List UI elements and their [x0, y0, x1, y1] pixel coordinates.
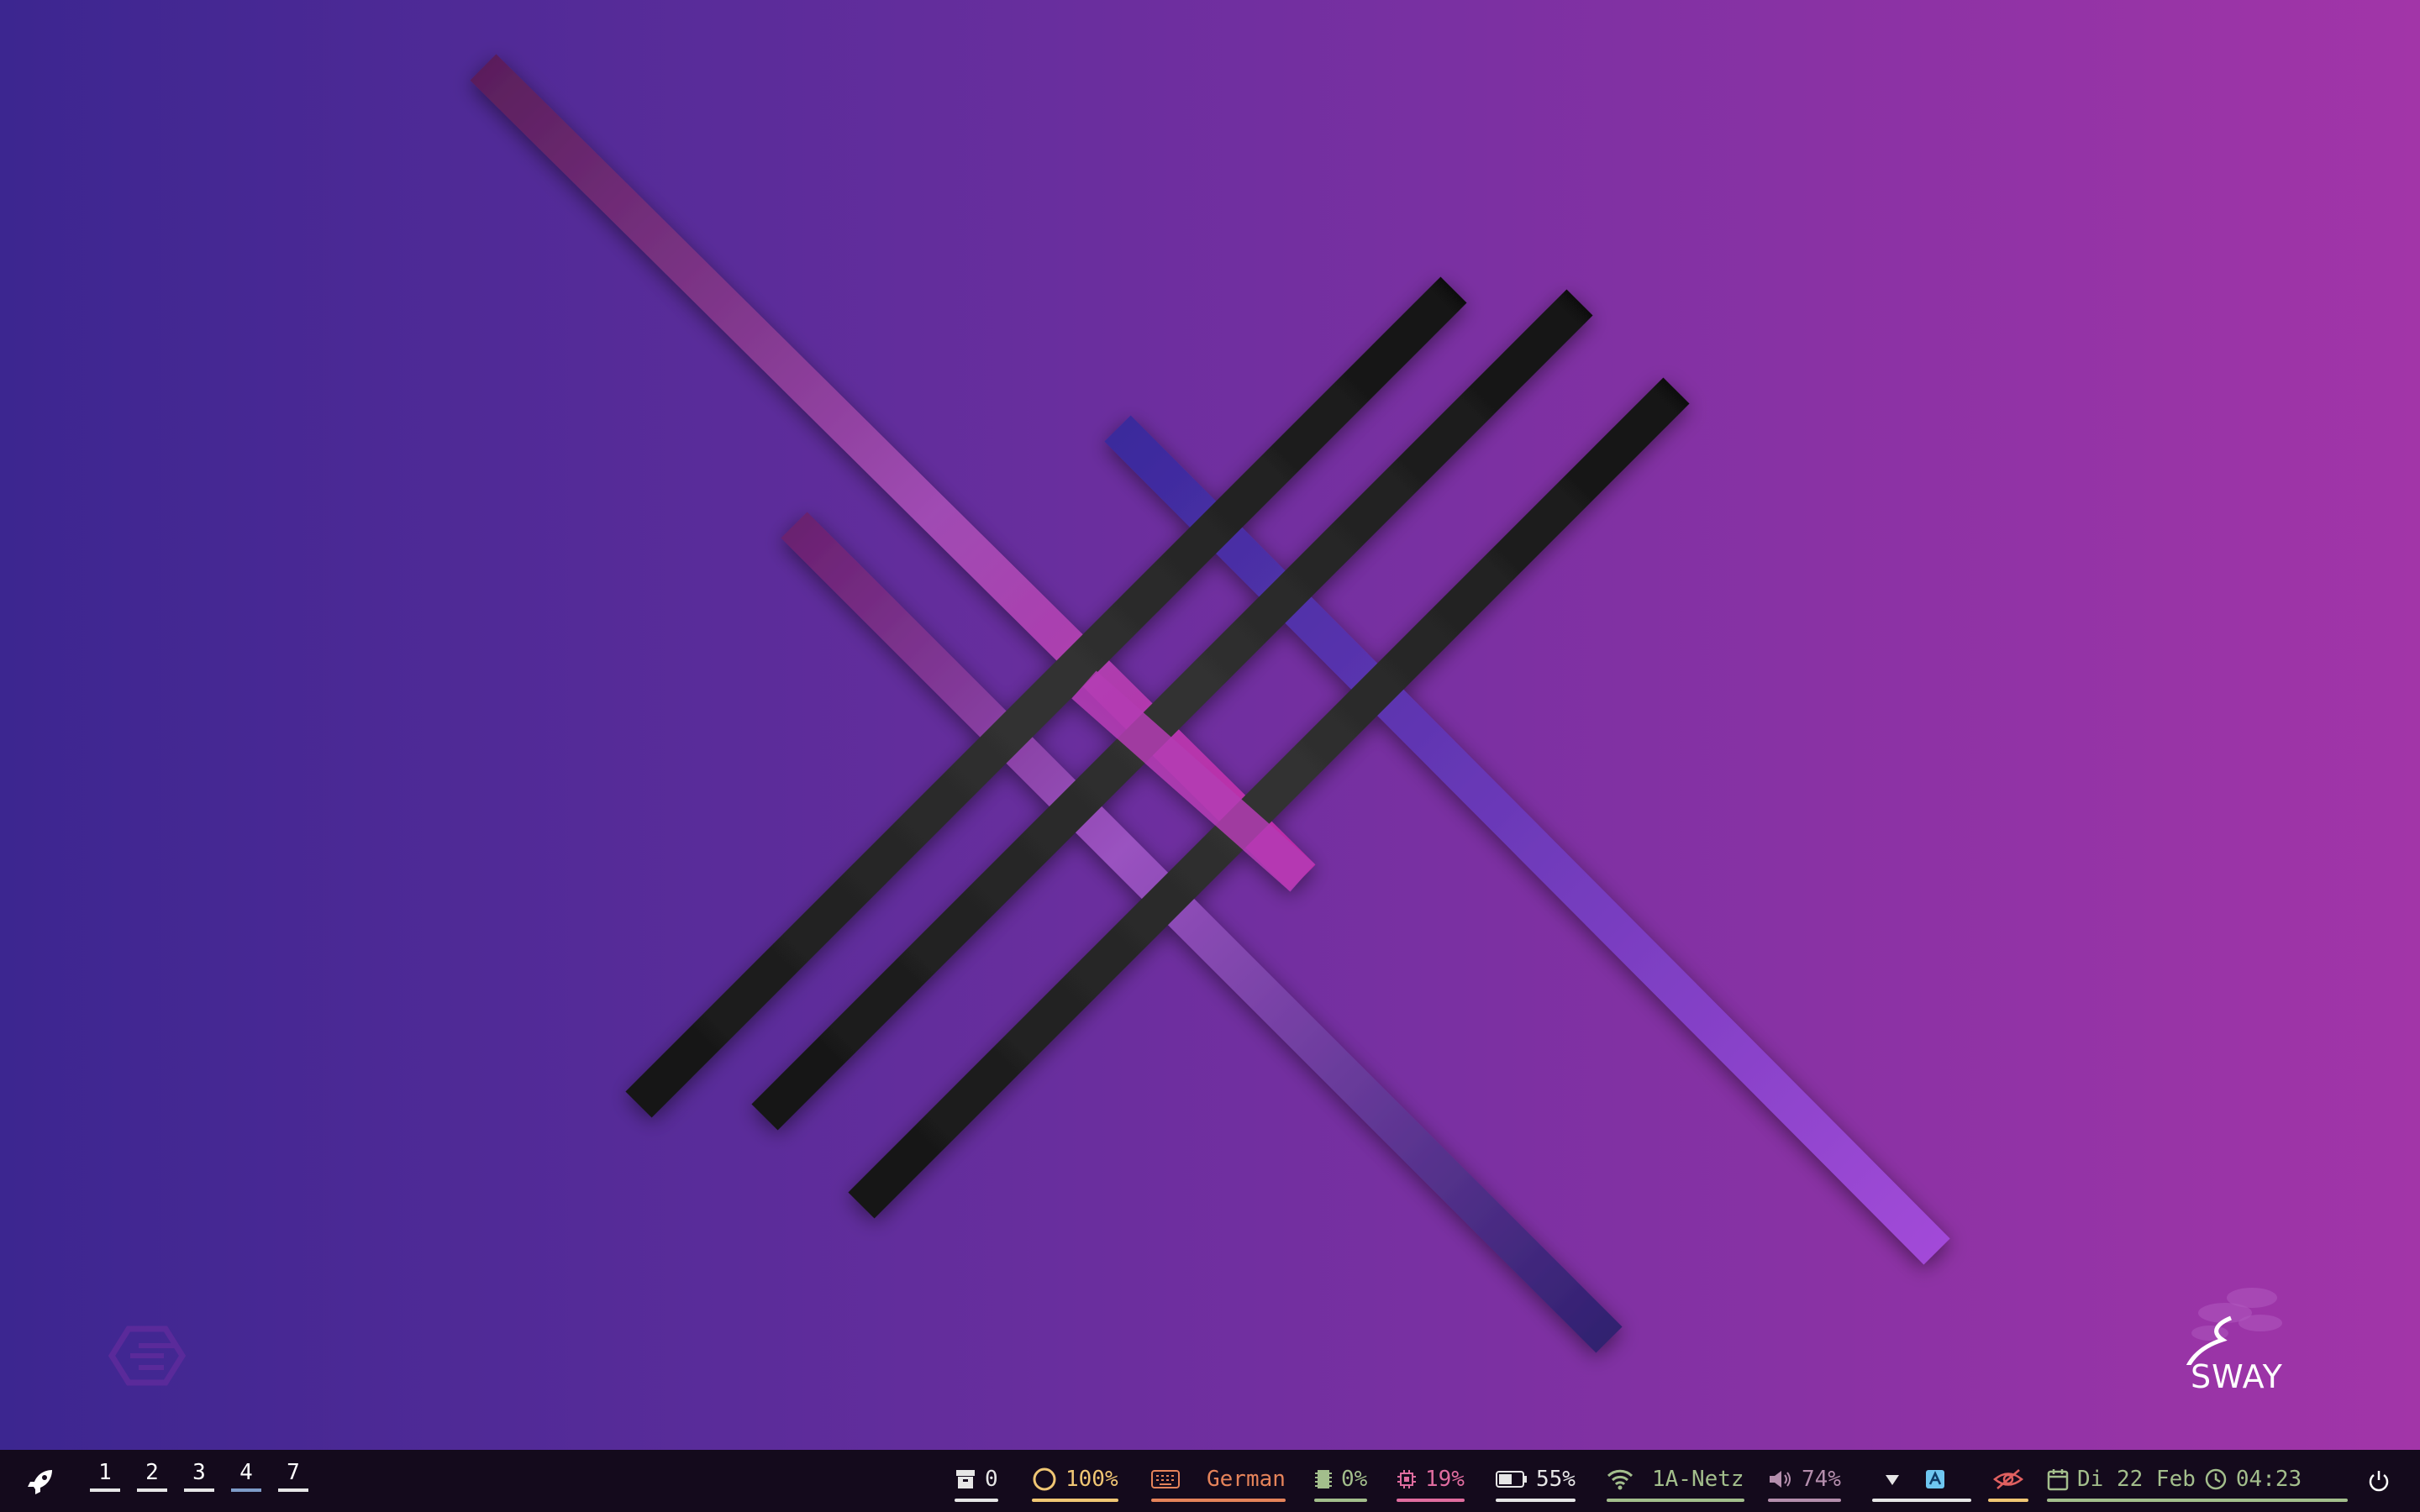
wallpaper-art [470, 54, 1950, 1353]
status-bar: 1 2 3 4 7 0 100% German 0% 19% 55% 1A-Ne… [0, 1450, 2420, 1512]
dark-bar-3 [848, 377, 1690, 1219]
wifi-icon [1607, 1469, 1634, 1490]
circle-icon [1033, 1467, 1056, 1491]
sway-logo-text: SWAY [2191, 1358, 2283, 1395]
clock-icon [2205, 1468, 2227, 1490]
idle-inhibitor-module[interactable] [1988, 1458, 2028, 1502]
workspace-7-button[interactable]: 7 [278, 1460, 308, 1492]
dark-bar-2 [751, 289, 1593, 1131]
archive-icon [956, 1470, 975, 1488]
keyboard-layout-value: German [1207, 1467, 1286, 1492]
desktop-wallpaper: SWAY [0, 0, 2420, 1450]
archive-count: 0 [985, 1467, 998, 1492]
wifi-network-name: 1A-Netz [1652, 1467, 1744, 1492]
volume-value: 74% [1802, 1467, 1841, 1492]
battery-module[interactable]: 55% [1496, 1458, 1576, 1502]
keyboard-icon [1151, 1470, 1180, 1488]
workspace-3-button[interactable]: 3 [184, 1460, 214, 1492]
battery-value: 55% [1536, 1467, 1576, 1492]
cpu-icon [1397, 1470, 1416, 1488]
memory-value: 0% [1341, 1467, 1368, 1492]
volume-module[interactable]: 74% [1768, 1458, 1841, 1502]
keyboard-layout-module[interactable]: German [1151, 1458, 1286, 1502]
archive-module[interactable]: 0 [955, 1458, 998, 1502]
wifi-module[interactable]: 1A-Netz [1607, 1458, 1744, 1502]
app-tray-icon[interactable] [1924, 1468, 1946, 1490]
workspace-4-button[interactable]: 4 [231, 1460, 261, 1492]
network-tray-icon[interactable] [1884, 1472, 1901, 1487]
date-time-module[interactable]: Di 22 Feb 04:23 [2047, 1458, 2348, 1502]
workspace-1-button[interactable]: 1 [90, 1460, 120, 1492]
speaker-icon [1770, 1471, 1791, 1488]
workspace-2-button[interactable]: 2 [137, 1460, 167, 1492]
date-value: Di 22 Feb [2077, 1467, 2196, 1492]
clock-value: 04:23 [2235, 1467, 2302, 1492]
memory-icon [1315, 1470, 1332, 1488]
cpu-module[interactable]: 19% [1397, 1458, 1465, 1502]
brightness-value: 100% [1065, 1467, 1118, 1492]
brightness-module[interactable]: 100% [1032, 1458, 1118, 1502]
power-icon[interactable] [2366, 1468, 2391, 1494]
violet-diagonal-bar [781, 512, 1623, 1353]
system-tray [1872, 1458, 1971, 1502]
rocket-launcher-icon[interactable] [27, 1467, 55, 1495]
distro-logo-icon [105, 1326, 187, 1389]
sway-leaf-icon [2181, 1288, 2282, 1389]
sway-logo: SWAY [2176, 1281, 2286, 1399]
eye-off-icon [1993, 1469, 2023, 1489]
cpu-value: 19% [1425, 1467, 1465, 1492]
battery-icon [1496, 1471, 1527, 1488]
dark-bar-1 [625, 276, 1467, 1118]
calendar-icon [2047, 1469, 2069, 1491]
memory-module[interactable]: 0% [1314, 1458, 1368, 1502]
